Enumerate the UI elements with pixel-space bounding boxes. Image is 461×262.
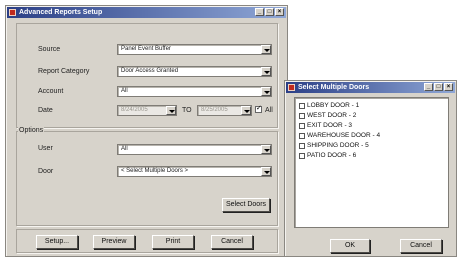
- door-item-label: WEST DOOR - 2: [307, 112, 357, 119]
- doors-window-titlebar[interactable]: Select Multiple Doors _ □ ×: [286, 82, 455, 93]
- report-category-value: Door Access Granted: [121, 68, 179, 74]
- dropdown-arrow-icon[interactable]: [261, 167, 271, 176]
- account-value: All: [121, 88, 128, 94]
- date-from-value: 8/24/2005: [121, 107, 148, 113]
- doors-cancel-label: Cancel: [410, 242, 432, 249]
- checkbox-icon[interactable]: [299, 102, 305, 109]
- print-label: Print: [165, 238, 181, 245]
- report-window-title: Advanced Reports Setup: [19, 9, 103, 16]
- door-list-item[interactable]: PATIO DOOR - 6: [299, 152, 356, 159]
- setup-label: Setup...: [44, 238, 70, 245]
- dropdown-arrow-icon[interactable]: [261, 67, 271, 76]
- source-select[interactable]: Panel Event Buffer: [117, 44, 272, 55]
- door-label: Door: [38, 168, 54, 175]
- date-to-label: TO: [182, 107, 192, 114]
- report-window-titlebar[interactable]: Advanced Reports Setup _ □ ×: [7, 7, 286, 18]
- select-doors-button[interactable]: Select Doors: [222, 198, 270, 212]
- maximize-button[interactable]: □: [265, 8, 274, 16]
- checkbox-icon[interactable]: [299, 112, 305, 119]
- user-select[interactable]: All: [117, 144, 272, 155]
- minimize-button[interactable]: _: [424, 83, 433, 91]
- report-category-label: Report Category: [38, 68, 90, 75]
- date-all-checkbox[interactable]: [255, 104, 262, 113]
- dropdown-arrow-icon[interactable]: [166, 106, 176, 115]
- source-label: Source: [38, 46, 61, 53]
- select-doors-label: Select Doors: [225, 201, 267, 208]
- options-group-label: Options: [18, 127, 45, 134]
- preview-label: Preview: [101, 238, 127, 245]
- dropdown-arrow-icon[interactable]: [261, 45, 271, 54]
- dropdown-arrow-icon[interactable]: [261, 87, 271, 96]
- doors-listbox[interactable]: LOBBY DOOR - 1 WEST DOOR - 2 EXIT DOOR -…: [294, 97, 449, 228]
- app-icon: [9, 9, 16, 16]
- report-category-select[interactable]: Door Access Granted: [117, 66, 272, 77]
- ok-label: OK: [344, 242, 356, 249]
- cancel-button[interactable]: Cancel: [211, 235, 253, 249]
- door-list-item[interactable]: WEST DOOR - 2: [299, 112, 356, 119]
- account-label: Account: [38, 88, 64, 95]
- doors-cancel-button[interactable]: Cancel: [400, 239, 442, 253]
- date-to-value: 8/25/2005: [201, 107, 228, 113]
- maximize-button[interactable]: □: [434, 83, 443, 91]
- date-from-select[interactable]: 8/24/2005: [117, 105, 177, 116]
- door-list-item[interactable]: EXIT DOOR - 3: [299, 122, 352, 129]
- source-value: Panel Event Buffer: [121, 46, 171, 52]
- door-item-label: SHIPPING DOOR - 5: [307, 142, 369, 149]
- setup-button[interactable]: Setup...: [36, 235, 78, 249]
- select-doors-window: Select Multiple Doors _ □ × LOBBY DOOR -…: [284, 80, 457, 257]
- app-icon: [288, 84, 295, 91]
- dropdown-arrow-icon[interactable]: [241, 106, 251, 115]
- door-item-label: EXIT DOOR - 3: [307, 122, 353, 129]
- cancel-label: Cancel: [221, 238, 243, 245]
- door-value: < Select Multiple Doors >: [121, 168, 189, 174]
- checkbox-icon[interactable]: [299, 142, 305, 149]
- door-item-label: LOBBY DOOR - 1: [307, 102, 360, 109]
- checkbox-icon[interactable]: [299, 122, 305, 129]
- close-button[interactable]: ×: [275, 8, 284, 16]
- account-select[interactable]: All: [117, 86, 272, 97]
- preview-button[interactable]: Preview: [93, 235, 135, 249]
- date-label: Date: [38, 107, 53, 114]
- print-button[interactable]: Print: [152, 235, 194, 249]
- minimize-button[interactable]: _: [255, 8, 264, 16]
- door-item-label: WAREHOUSE DOOR - 4: [307, 132, 381, 139]
- ok-button[interactable]: OK: [330, 239, 370, 253]
- door-item-label: PATIO DOOR - 6: [307, 152, 357, 159]
- date-to-select[interactable]: 8/25/2005: [197, 105, 252, 116]
- date-all-label: All: [265, 107, 273, 114]
- user-value: All: [121, 146, 128, 152]
- doors-window-title: Select Multiple Doors: [298, 84, 370, 91]
- checkbox-icon[interactable]: [299, 152, 305, 159]
- door-list-item[interactable]: WAREHOUSE DOOR - 4: [299, 132, 380, 139]
- close-button[interactable]: ×: [444, 83, 453, 91]
- door-list-item[interactable]: SHIPPING DOOR - 5: [299, 142, 369, 149]
- door-select[interactable]: < Select Multiple Doors >: [117, 166, 272, 177]
- advanced-reports-window: Advanced Reports Setup _ □ × Source Pane…: [5, 5, 288, 257]
- user-label: User: [38, 145, 53, 152]
- door-list-item[interactable]: LOBBY DOOR - 1: [299, 102, 359, 109]
- checkbox-icon[interactable]: [299, 132, 305, 139]
- dropdown-arrow-icon[interactable]: [261, 145, 271, 154]
